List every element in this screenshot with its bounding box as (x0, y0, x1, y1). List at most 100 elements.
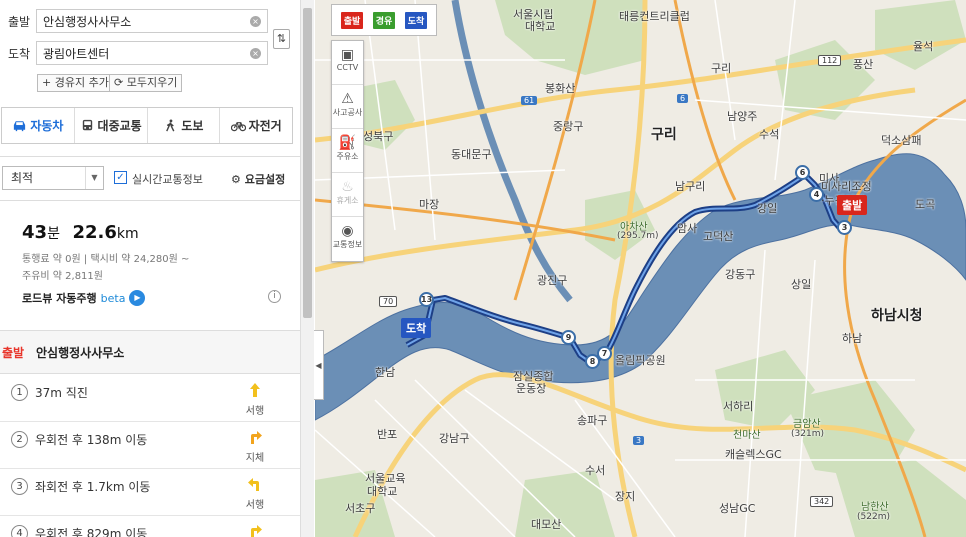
itinerary-step[interactable]: 4 우회전 후 829m 이동 (0, 516, 300, 537)
step-text: 우회전 후 138m 이동 (35, 433, 148, 447)
start-flag-button[interactable]: 출발 (340, 11, 364, 29)
info-icon[interactable]: i (268, 290, 281, 303)
dest-marker[interactable]: 도착 (401, 318, 432, 338)
bus-icon (82, 119, 92, 131)
add-waypoint-button[interactable]: + 경유지 추가 (37, 74, 114, 92)
dest-input[interactable]: 광림아트센터 × (36, 41, 268, 65)
start-label: 출발 (8, 14, 31, 29)
route-node[interactable]: 9 (561, 330, 576, 345)
route-flag-toolbar: 출발 경유 도착 (331, 4, 437, 36)
gas-station-layer-button[interactable]: ⛽ 주유소 (332, 129, 363, 173)
map-label-olympic-park: 올림픽공원 (615, 354, 666, 367)
roadview-autoplay[interactable]: 로드뷰 자동주행 beta ▶ (22, 290, 146, 306)
clear-all-button[interactable]: ⟳ 모두지우기 (109, 74, 183, 92)
step-number: 4 (11, 525, 28, 537)
realtime-traffic-checkbox[interactable]: ✓ (114, 171, 127, 184)
route-node[interactable]: 13 (419, 292, 434, 307)
straight-arrow-icon (243, 383, 267, 400)
map-label-seoul-edu-univ-2: 대학교 (367, 485, 398, 498)
itinerary-step[interactable]: 1 37m 직진 서행 (0, 375, 300, 422)
map-canvas (315, 0, 966, 537)
traffic-info-layer-button[interactable]: ◉ 교통정보 (332, 217, 363, 261)
map-label-sangil: 상일 (791, 278, 812, 291)
map-label-banpo: 반포 (377, 428, 398, 441)
highway-shield: 6 (677, 94, 689, 103)
tab-transit[interactable]: 대중교통 (75, 108, 148, 143)
map-label-seoul-city-univ-2: 대학교 (525, 20, 556, 33)
park-area (835, 460, 966, 537)
start-input[interactable]: 안심행정사사무소 × (36, 9, 268, 33)
map-label-gangnam: 강남구 (439, 432, 470, 445)
walk-icon (166, 119, 175, 132)
step-traffic: 서행 (245, 500, 265, 511)
map-label-seongbuk: 성북구 (363, 130, 394, 143)
map-label-suseo: 수서 (585, 464, 606, 477)
step-number: 2 (11, 431, 28, 448)
swap-route-button[interactable]: ⇅ (273, 29, 290, 49)
tab-walk[interactable]: 도보 (148, 108, 221, 143)
tab-bicycle[interactable]: 자전거 (220, 108, 292, 143)
highway-shield: 342 (810, 496, 834, 507)
map-label-jangji: 장지 (615, 490, 636, 503)
itinerary-start-name: 안심행정사사무소 (36, 345, 125, 360)
route-node[interactable]: 3 (837, 220, 852, 235)
map-label-gangdong: 강동구 (725, 268, 756, 281)
gas-station-label: 주유소 (336, 152, 359, 161)
collapse-panel-button[interactable]: ◀ (314, 330, 324, 400)
route-node[interactable]: 4 (809, 187, 824, 202)
distance-value: 22.6 (72, 222, 117, 243)
map-label-taereung-cc: 태릉컨트리클럽 (619, 10, 690, 23)
fare-line-1: 통행료 약 0원 | 택시비 약 24,280원 ~ (22, 254, 190, 265)
highway-shield: 112 (818, 55, 842, 66)
map-label-yulseok: 율석 (913, 40, 934, 53)
fee-settings-button[interactable]: ⚙ 요금설정 (231, 171, 285, 187)
traffic-info-icon: ◉ (341, 223, 354, 239)
chevron-down-icon: ▼ (85, 167, 103, 189)
tab-car[interactable]: 자동차 (2, 108, 75, 143)
map-label-achasan-height: (295.7m) (617, 231, 659, 241)
gear-icon: ⚙ (231, 173, 241, 186)
step-text: 좌회전 후 1.7km 이동 (35, 480, 151, 494)
clear-dest-icon[interactable]: × (250, 48, 261, 59)
route-node[interactable]: 7 (597, 346, 612, 361)
start-marker[interactable]: 출발 (837, 195, 868, 215)
transport-mode-tabs: 자동차 대중교통 도보 자전거 (1, 107, 293, 144)
map-label-nam-guri: 남구리 (675, 180, 706, 193)
map-label-songpa: 송파구 (577, 414, 608, 427)
map-label-seongnam-gc: 성남GC (719, 502, 756, 515)
tab-transit-label: 대중교통 (97, 119, 142, 133)
itinerary-step[interactable]: 2 우회전 후 138m 이동 지체 (0, 422, 300, 469)
map-label-bonghwasan: 봉화산 (545, 82, 576, 95)
itinerary-step[interactable]: 3 좌회전 후 1.7km 이동 서행 (0, 469, 300, 516)
route-sort-value: 최적 (11, 171, 34, 185)
highway-shield: 3 (633, 436, 645, 445)
accident-layer-button[interactable]: ⚠ 사고공사 (332, 85, 363, 129)
clear-start-icon[interactable]: × (250, 16, 261, 27)
rest-area-label: 휴게소 (336, 196, 359, 205)
via-flag-button[interactable]: 경유 (372, 11, 396, 29)
route-sort-select[interactable]: 최적 ▼ (2, 166, 104, 190)
highway-shield: 61 (521, 96, 538, 105)
divider (0, 200, 300, 201)
map-label-guri: 구리 (711, 62, 732, 75)
map-label-pungsan: 풍산 (853, 58, 874, 71)
dest-flag-button[interactable]: 도착 (404, 11, 428, 29)
dest-row: 도착 광림아트센터 × (8, 41, 268, 65)
map-label-castlex-gc: 캐슬렉스GC (725, 448, 782, 461)
map-label-hanam: 하남 (842, 332, 863, 345)
map-label-guri-city-hall: 구리 (651, 127, 677, 143)
gas-station-icon: ⛽ (338, 135, 357, 151)
route-node[interactable]: 6 (795, 165, 810, 180)
turn-right-icon (243, 430, 267, 447)
tab-walk-label: 도보 (181, 119, 204, 133)
rest-area-layer-button[interactable]: ♨ 휴게소 (332, 173, 363, 217)
play-icon[interactable]: ▶ (129, 290, 146, 306)
tab-bicycle-label: 자전거 (248, 119, 282, 133)
map-view[interactable]: 구리 하남시청 성북구 동대문구 중랑구 광진구 강동구 송파구 강남구 서초구… (315, 0, 966, 537)
cctv-layer-button[interactable]: ▣ CCTV (332, 41, 363, 85)
scrollbar-thumb[interactable] (303, 8, 312, 318)
panel-scrollbar[interactable] (300, 0, 314, 537)
map-label-amsa: 암사 (677, 222, 698, 235)
itinerary-start-tag: 출발 (2, 345, 25, 360)
fare-line-2: 주유비 약 2,811원 (22, 271, 103, 282)
